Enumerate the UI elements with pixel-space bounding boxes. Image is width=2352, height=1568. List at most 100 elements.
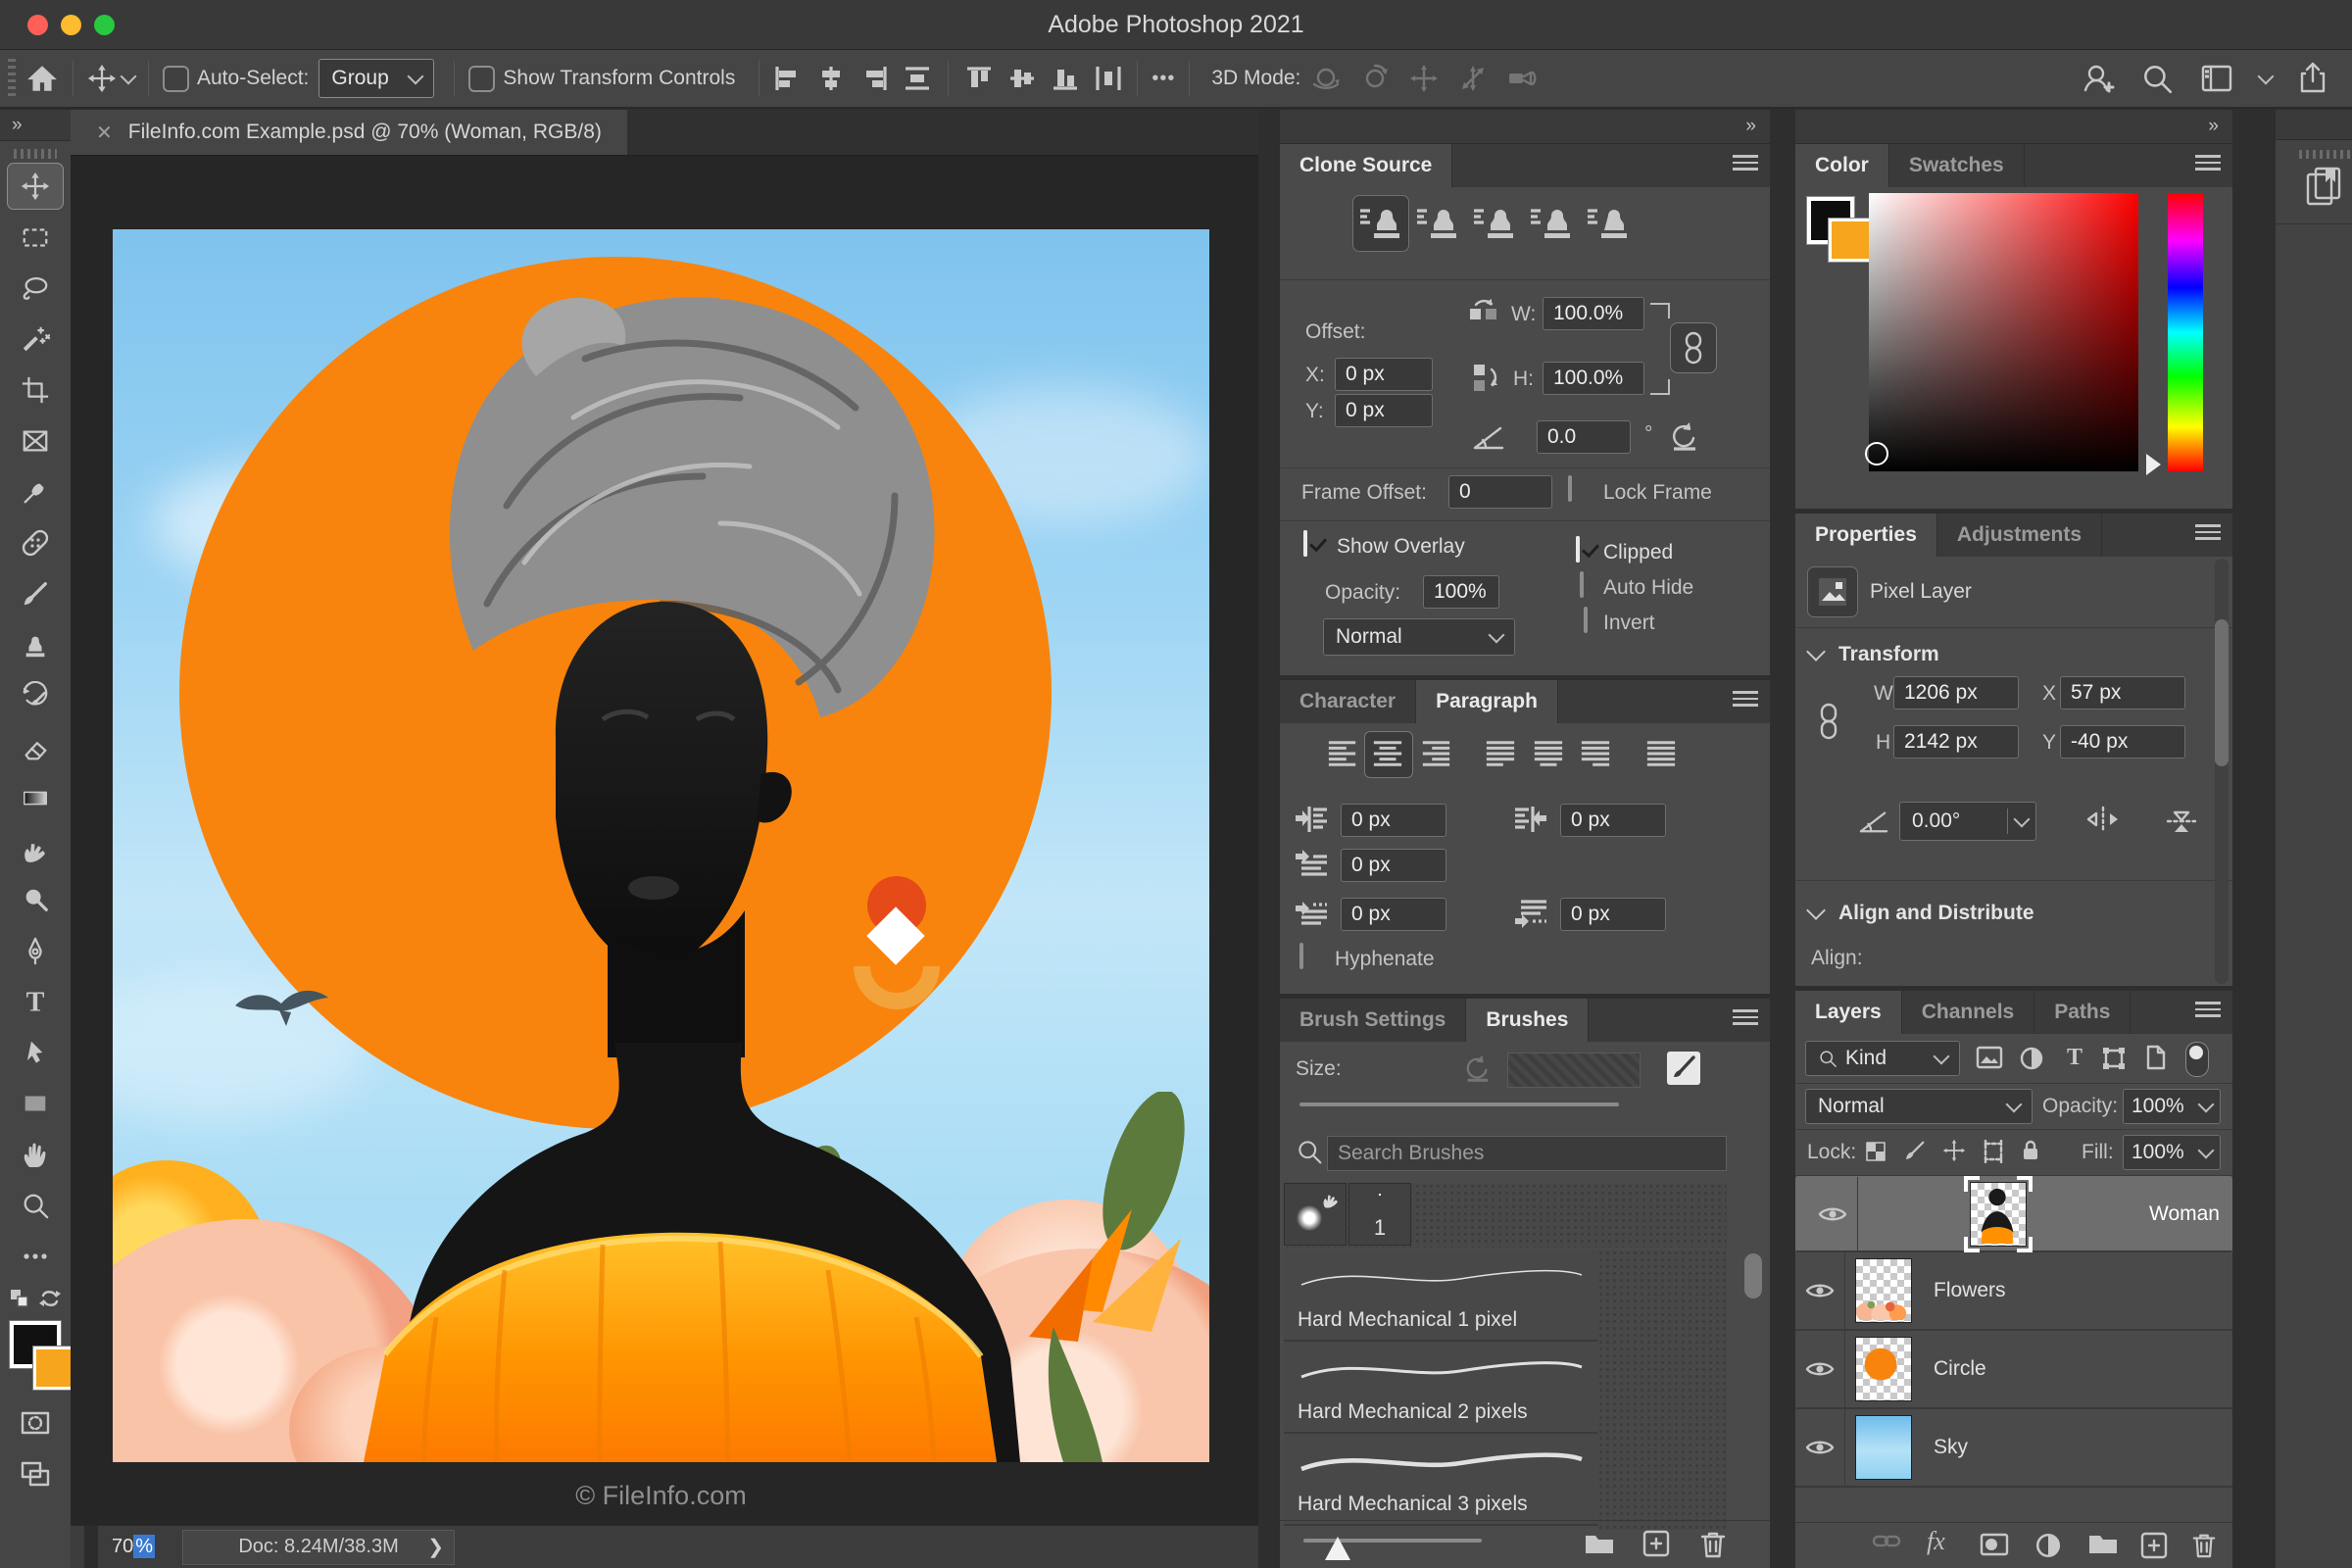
offset-y-field[interactable]: 0 px — [1335, 394, 1433, 427]
clipped-checkbox[interactable] — [1576, 536, 1580, 563]
tab-swatches[interactable]: Swatches — [1888, 144, 2025, 187]
filter-adjustment-layers-icon[interactable] — [2019, 1046, 2044, 1071]
space-before-field[interactable]: 0 px — [1341, 898, 1446, 931]
color-background-swatch[interactable] — [1828, 218, 1873, 263]
saturation-brightness-picker[interactable] — [1865, 193, 2138, 471]
color-menu-icon[interactable] — [2195, 155, 2221, 171]
lock-image-pixels-icon[interactable] — [1903, 1139, 1927, 1162]
brush-item[interactable]: Hard Mechanical 3 pixels — [1284, 1434, 1597, 1526]
new-layer-icon[interactable] — [2140, 1532, 2168, 1559]
add-layer-mask-icon[interactable] — [1980, 1532, 2009, 1557]
tab-brushes[interactable]: Brushes — [1466, 999, 1590, 1042]
tool-eyedropper[interactable] — [0, 466, 71, 517]
transform-h-field[interactable]: 2142 px — [1893, 725, 2019, 759]
layer-style-fx-button[interactable]: fx — [1927, 1527, 1945, 1556]
align-horizontal-centers-icon[interactable] — [816, 65, 846, 92]
auto-select-checkbox[interactable] — [163, 65, 189, 92]
properties-flip-vertical-icon[interactable] — [2164, 804, 2199, 839]
tab-paths[interactable]: Paths — [2034, 991, 2132, 1034]
tool-hand[interactable] — [0, 1129, 71, 1180]
align-top-edges-icon[interactable] — [964, 65, 994, 92]
tool-move[interactable] — [0, 161, 71, 212]
new-group-folder-icon[interactable] — [2087, 1532, 2119, 1557]
height-field[interactable]: 100.0% — [1543, 362, 1644, 395]
layer-row-circle[interactable]: Circle — [1795, 1331, 2232, 1409]
maintain-aspect-ratio-link-icon[interactable] — [1670, 322, 1717, 373]
tab-layers[interactable]: Layers — [1795, 991, 1902, 1034]
auto-select-target-dropdown[interactable]: Group — [318, 59, 435, 98]
justify-last-center-icon[interactable] — [1533, 739, 1564, 768]
angle-field[interactable]: 0.0 — [1537, 420, 1631, 454]
hyphenate-checkbox[interactable] — [1299, 943, 1303, 969]
tool-healing-brush[interactable] — [0, 517, 71, 568]
layer-visibility-circle[interactable] — [1795, 1331, 1845, 1407]
foreground-background-colors[interactable] — [0, 1315, 81, 1397]
show-transform-controls-checkbox[interactable] — [468, 65, 496, 92]
clone-source-menu-icon[interactable] — [1733, 155, 1758, 171]
align-vertical-centers-icon[interactable] — [1007, 65, 1037, 92]
tool-shape-rectangle[interactable] — [0, 1078, 71, 1129]
overlay-blend-mode-dropdown[interactable]: Normal — [1323, 618, 1515, 656]
auto-hide-checkbox[interactable] — [1580, 571, 1584, 598]
tool-zoom[interactable] — [0, 1180, 71, 1231]
clone-source-1-icon[interactable] — [1358, 203, 1401, 242]
show-overlay-checkbox[interactable] — [1303, 530, 1307, 557]
tab-paragraph[interactable]: Paragraph — [1416, 680, 1558, 723]
tool-frame[interactable] — [0, 416, 71, 466]
tool-smudge[interactable] — [0, 823, 71, 874]
clone-source-3-icon[interactable] — [1472, 203, 1515, 242]
flip-vertical-icon[interactable] — [1470, 362, 1499, 393]
frame-offset-field[interactable]: 0 — [1448, 475, 1552, 509]
properties-menu-icon[interactable] — [2195, 524, 2221, 540]
distribute-vertical-centers-icon[interactable] — [903, 65, 932, 92]
clone-source-5-icon[interactable] — [1586, 203, 1629, 242]
layer-thumbnail-sky[interactable] — [1855, 1415, 1912, 1480]
overlay-opacity-field[interactable]: 100% — [1423, 575, 1499, 609]
hue-slider[interactable] — [2168, 193, 2203, 471]
lock-frame-checkbox[interactable] — [1568, 475, 1572, 502]
tool-gradient[interactable] — [0, 772, 71, 823]
tab-clone-source[interactable]: Clone Source — [1280, 144, 1453, 187]
properties-angle-dropdown[interactable]: 0.00° — [1899, 802, 2036, 841]
filter-toggle-switch[interactable] — [2185, 1042, 2209, 1077]
tool-type[interactable]: T — [0, 976, 71, 1027]
tool-brush[interactable] — [0, 568, 71, 619]
dock-grip[interactable] — [2299, 150, 2350, 159]
brush-preview-tile[interactable] — [1284, 1183, 1347, 1246]
filter-shape-layers-icon[interactable] — [2101, 1046, 2127, 1071]
color-panel-swatches[interactable] — [1806, 196, 1873, 263]
tool-more-ellipsis-icon[interactable] — [0, 1231, 71, 1282]
space-after-field[interactable]: 0 px — [1560, 898, 1666, 931]
justify-last-right-icon[interactable] — [1580, 739, 1611, 768]
clone-source-2-icon[interactable] — [1415, 203, 1458, 242]
move-tool-icon[interactable] — [87, 64, 117, 93]
home-icon[interactable] — [25, 62, 59, 95]
layer-thumbnail-circle[interactable] — [1855, 1337, 1912, 1401]
tool-screen-mode[interactable] — [0, 1448, 71, 1499]
layer-visibility-sky[interactable] — [1795, 1409, 1845, 1486]
account-icon[interactable] — [2080, 61, 2115, 96]
tool-history-brush[interactable] — [0, 670, 71, 721]
swap-colors-icon[interactable] — [38, 1287, 62, 1310]
tool-rectangular-marquee[interactable] — [0, 212, 71, 263]
tool-crop[interactable] — [0, 365, 71, 416]
right-column-collapse-icon[interactable]: » — [1795, 110, 2232, 144]
delete-brush-icon[interactable] — [1699, 1530, 1727, 1559]
link-layers-icon[interactable] — [1872, 1532, 1901, 1549]
rotate-angle-icon[interactable] — [1472, 422, 1505, 452]
align-text-center-icon[interactable] — [1372, 739, 1403, 768]
width-field[interactable]: 100.0% — [1543, 297, 1644, 330]
tool-eraser[interactable] — [0, 721, 71, 772]
layer-visibility-flowers[interactable] — [1795, 1252, 1845, 1329]
tool-magic-wand[interactable] — [0, 314, 71, 365]
brush-item[interactable]: Hard Mechanical 1 pixel — [1284, 1250, 1597, 1342]
distribute-horizontal-centers-icon[interactable] — [1094, 65, 1123, 92]
canvas[interactable] — [113, 229, 1209, 1462]
middle-column-collapse-icon[interactable]: » — [1280, 110, 1770, 144]
justify-last-left-icon[interactable] — [1485, 739, 1516, 768]
libraries-panel-icon[interactable] — [2276, 165, 2352, 210]
more-options-icon[interactable]: ••• — [1152, 68, 1175, 90]
color-picker-marker[interactable] — [1865, 442, 1888, 466]
delete-layer-icon[interactable] — [2191, 1532, 2217, 1559]
filter-smart-objects-icon[interactable] — [2144, 1045, 2168, 1070]
